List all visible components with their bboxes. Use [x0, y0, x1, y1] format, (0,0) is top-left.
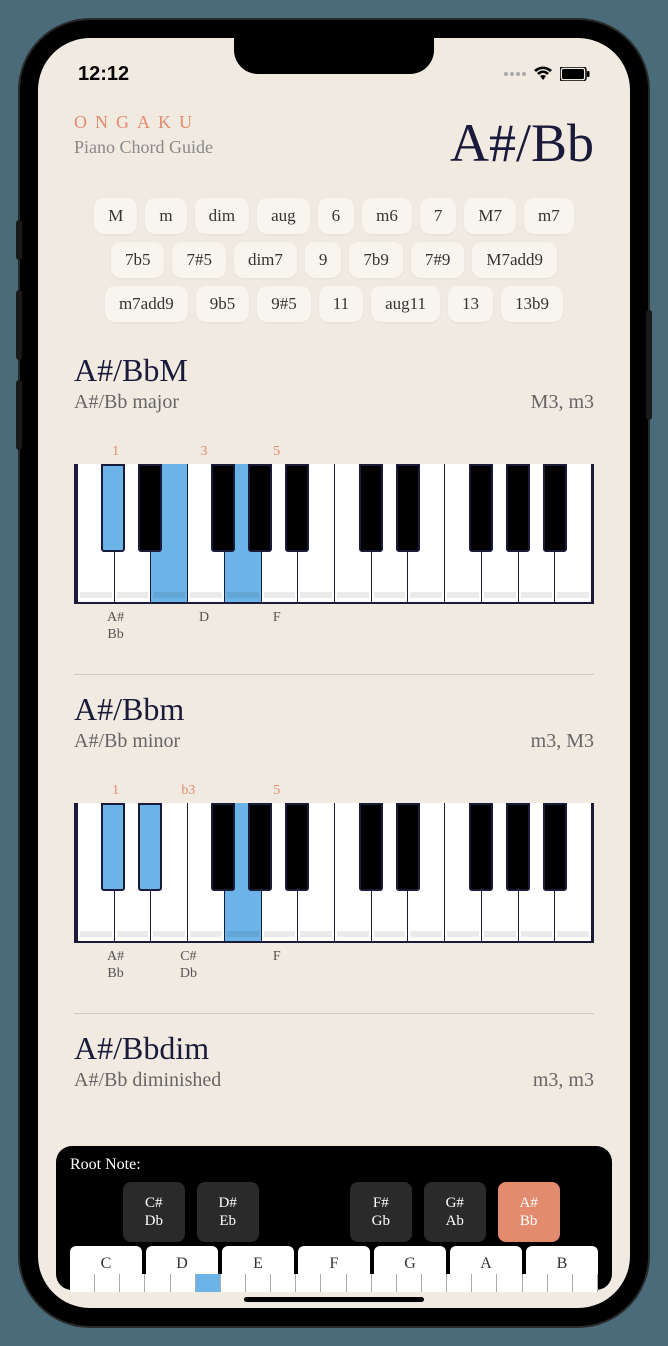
black-key [359, 464, 383, 552]
volume-up-button [16, 290, 22, 360]
black-key [285, 803, 309, 891]
keyboard [74, 803, 594, 943]
chord-intervals: m3, M3 [531, 730, 594, 753]
chord-type-chip[interactable]: 9b5 [196, 286, 250, 322]
black-key [285, 464, 309, 552]
black-key [543, 464, 567, 552]
chord-type-chip[interactable]: m [145, 198, 186, 234]
battery-icon [560, 67, 590, 81]
black-key [469, 464, 493, 552]
degree-label: 3 [201, 444, 208, 460]
chord-type-chip[interactable]: aug [257, 198, 310, 234]
root-keys: C#DbD#EbF#GbG#AbA#Bb CDEFGAB [70, 1182, 598, 1282]
chord-type-chip[interactable]: M7 [464, 198, 516, 234]
note-label: F [273, 949, 281, 966]
degree-label: b3 [181, 783, 195, 799]
subtitle: Piano Chord Guide [74, 137, 213, 158]
wifi-icon [532, 66, 554, 82]
black-key [101, 464, 125, 552]
chord-type-chip[interactable]: M7add9 [472, 242, 557, 278]
chord-intervals: m3, m3 [533, 1069, 594, 1092]
chord-type-chip[interactable]: 9 [305, 242, 342, 278]
note-label: D [199, 610, 209, 627]
header-left: ONGAKU Piano Chord Guide [74, 112, 213, 158]
black-key [211, 464, 235, 552]
black-key [101, 803, 125, 891]
screen: 12:12 ONGAKU Piano Chord Guide A#/Bb Mmd… [38, 38, 630, 1308]
degree-label: 1 [112, 444, 119, 460]
black-key [543, 803, 567, 891]
root-note-picker: Root Note: C#DbD#EbF#GbG#AbA#Bb CDEFGAB [56, 1146, 612, 1290]
root-black-key[interactable]: A#Bb [498, 1182, 560, 1242]
black-key [396, 803, 420, 891]
chord-type-chip[interactable]: 7#9 [411, 242, 465, 278]
black-key [248, 464, 272, 552]
black-key [469, 803, 493, 891]
chord-type-list: Mmdimaug6m67M7m7 7b57#5dim797b97#9M7add9 m… [38, 184, 630, 336]
note-label: A#Bb [107, 610, 124, 644]
side-button [16, 220, 22, 260]
black-key [506, 464, 530, 552]
phone-frame: 12:12 ONGAKU Piano Chord Guide A#/Bb Mmd… [20, 20, 648, 1326]
chord-type-chip[interactable]: 13b9 [501, 286, 563, 322]
root-note-title: A#/Bb [450, 112, 594, 174]
chord-subtitle: A#/Bb minor [74, 730, 180, 753]
black-key [138, 464, 162, 552]
chord-type-chip[interactable]: m6 [362, 198, 412, 234]
note-label: A#Bb [107, 949, 124, 983]
black-key [138, 803, 162, 891]
notch [234, 38, 434, 74]
black-key [506, 803, 530, 891]
volume-down-button [16, 380, 22, 450]
chord-list[interactable]: A#/BbMA#/Bb majorM3, m3135A#BbDFA#/BbmA#… [38, 336, 630, 1102]
root-black-key[interactable]: F#Gb [350, 1182, 412, 1242]
black-key [396, 464, 420, 552]
chord-type-chip[interactable]: 9#5 [257, 286, 311, 322]
header: ONGAKU Piano Chord Guide A#/Bb [38, 92, 630, 184]
chord-type-chip[interactable]: 7b5 [111, 242, 165, 278]
chord-type-chip[interactable]: 11 [319, 286, 363, 322]
root-black-key[interactable]: C#Db [123, 1182, 185, 1242]
chord-section: A#/BbMA#/Bb major M3, m3 1 3 5 A#Bb D F [38, 336, 630, 660]
chord-type-chip[interactable]: 7#5 [172, 242, 226, 278]
chord-subtitle: A#/Bb major [74, 391, 179, 414]
chord-title: A#/Bbm [74, 691, 594, 728]
cellular-icon [504, 72, 526, 76]
note-label: F [273, 610, 281, 627]
chord-type-chip[interactable]: m7 [524, 198, 574, 234]
chord-intervals: M3, m3 [531, 391, 594, 414]
chord-section: A#/BbdimA#/Bb diminished m3, m3 [38, 1014, 630, 1102]
black-key [211, 803, 235, 891]
black-key [248, 803, 272, 891]
note-label: C#Db [180, 949, 197, 983]
chord-type-chip[interactable]: m7add9 [105, 286, 188, 322]
chord-type-chip[interactable]: 7 [420, 198, 457, 234]
chord-title: A#/Bbdim [74, 1030, 594, 1067]
root-picker-label: Root Note: [70, 1156, 598, 1174]
chord-type-chip[interactable]: dim [195, 198, 249, 234]
black-key [359, 803, 383, 891]
chord-section: A#/BbmA#/Bb minor m3, M3 1 b3 5 A#Bb C#Db F [38, 675, 630, 999]
chord-type-chip[interactable]: dim7 [234, 242, 297, 278]
degree-label: 1 [112, 783, 119, 799]
degree-label: 5 [273, 444, 280, 460]
root-black-key[interactable]: G#Ab [424, 1182, 486, 1242]
chord-title: A#/BbM [74, 352, 594, 389]
brand-title: ONGAKU [74, 112, 213, 133]
keyboard [74, 464, 594, 604]
root-black-key[interactable]: D#Eb [197, 1182, 259, 1242]
mini-keyboard-preview [70, 1274, 598, 1292]
status-time: 12:12 [78, 63, 129, 86]
home-indicator[interactable] [244, 1297, 424, 1302]
chord-type-chip[interactable]: 6 [318, 198, 355, 234]
chord-type-chip[interactable]: 13 [448, 286, 493, 322]
status-icons [504, 66, 590, 82]
chord-type-chip[interactable]: M [94, 198, 137, 234]
chord-type-chip[interactable]: 7b9 [349, 242, 403, 278]
chord-subtitle: A#/Bb diminished [74, 1069, 221, 1092]
power-button [646, 310, 652, 420]
degree-label: 5 [273, 783, 280, 799]
chord-type-chip[interactable]: aug11 [371, 286, 440, 322]
